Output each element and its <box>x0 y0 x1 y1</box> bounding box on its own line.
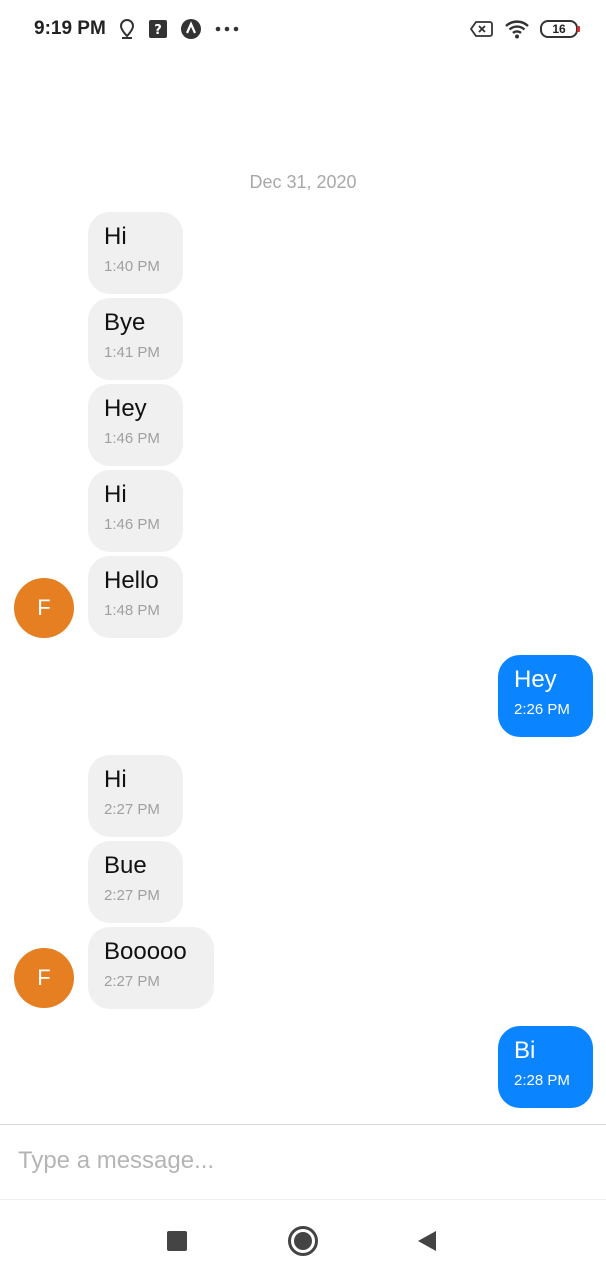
message-time: 1:40 PM <box>104 258 160 275</box>
avatar[interactable]: F <box>14 948 74 1008</box>
message-bubble-incoming[interactable]: Hey 1:46 PM <box>88 384 183 466</box>
message-time: 2:28 PM <box>514 1072 570 1089</box>
battery-icon: 16 <box>540 20 580 38</box>
message-text: Booooo <box>104 938 187 965</box>
message-text: Hello <box>104 567 159 594</box>
message-time: 1:41 PM <box>104 344 160 361</box>
message-bubble-outgoing[interactable]: Hey 2:26 PM <box>498 655 593 737</box>
more-dots-icon <box>214 24 240 34</box>
message-time: 2:26 PM <box>514 701 570 718</box>
status-right: 16 <box>470 19 580 39</box>
message-composer <box>0 1124 606 1200</box>
message-text: Hey <box>514 666 557 693</box>
location-pin-icon <box>118 18 136 40</box>
message-bubble-incoming[interactable]: Hi 1:46 PM <box>88 470 183 552</box>
message-bubble-incoming[interactable]: Hello 1:48 PM <box>88 556 183 638</box>
message-text: Hi <box>104 766 127 793</box>
status-time: 9:19 PM <box>34 18 106 39</box>
message-time: 2:27 PM <box>104 887 160 904</box>
message-time: 1:46 PM <box>104 430 160 447</box>
help-box-icon: ? <box>148 19 168 39</box>
message-bubble-outgoing[interactable]: Bi 2:28 PM <box>498 1026 593 1108</box>
message-time: 1:46 PM <box>104 516 160 533</box>
no-sim-icon <box>470 20 494 38</box>
system-nav-bar <box>0 1200 606 1280</box>
status-left: 9:19 PM ? <box>34 18 240 40</box>
message-bubble-incoming[interactable]: Hi 1:40 PM <box>88 212 183 294</box>
message-bubble-incoming[interactable]: Hi 2:27 PM <box>88 755 183 837</box>
message-text: Hi <box>104 481 127 508</box>
message-text: Bi <box>514 1037 536 1064</box>
avatar[interactable]: F <box>14 578 74 638</box>
message-time: 2:27 PM <box>104 801 160 818</box>
message-time: 2:27 PM <box>104 973 160 990</box>
svg-text:?: ? <box>154 23 162 38</box>
battery-level: 16 <box>552 22 566 36</box>
message-time: 1:48 PM <box>104 602 160 619</box>
message-input[interactable] <box>0 1125 560 1197</box>
message-text: Hi <box>104 223 127 250</box>
date-separator: Dec 31, 2020 <box>249 172 357 192</box>
back-triangle-icon[interactable] <box>410 1224 444 1258</box>
app-badge-icon <box>180 18 202 40</box>
home-circle-icon[interactable] <box>286 1224 320 1258</box>
recents-square-icon[interactable] <box>160 1224 194 1258</box>
message-bubble-incoming[interactable]: Bye 1:41 PM <box>88 298 183 380</box>
chat-thread[interactable]: Dec 31, 2020 Hi 1:40 PM Bye 1:41 PM Hey … <box>0 58 606 1124</box>
message-text: Bye <box>104 309 146 336</box>
message-bubble-incoming[interactable]: Booooo 2:27 PM <box>88 927 214 1009</box>
message-text: Bue <box>104 852 147 879</box>
message-text: Hey <box>104 395 147 422</box>
message-bubble-incoming[interactable]: Bue 2:27 PM <box>88 841 183 923</box>
wifi-icon <box>504 19 530 39</box>
status-bar: 9:19 PM ? 16 <box>0 0 606 58</box>
